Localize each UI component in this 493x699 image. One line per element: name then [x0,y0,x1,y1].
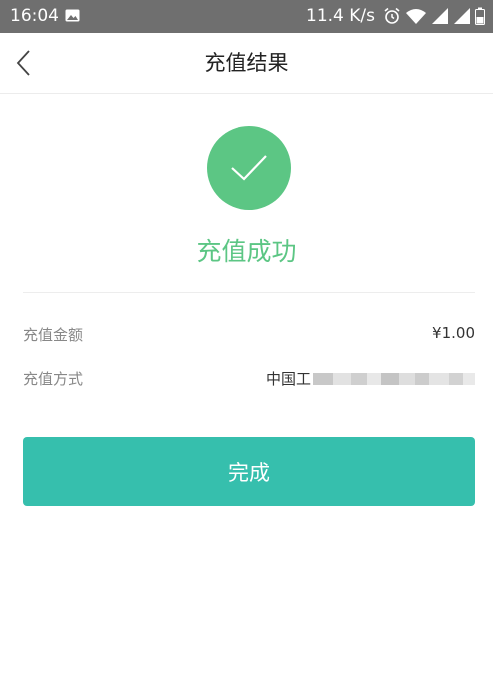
nav-bar: 充值结果 [0,33,493,94]
signal-icon [432,8,448,24]
method-label: 充值方式 [23,370,84,388]
signal-icon [454,8,470,24]
method-value-text: 中国工 [265,370,311,388]
done-button[interactable]: 完成 [23,437,475,506]
amount-row: 充值金额 ¥1.00 [23,322,475,346]
battery-icon [475,7,485,25]
success-message: 充值成功 [196,237,297,266]
status-right: 11.4 K/s [306,6,485,26]
amount-label: 充值金额 [23,326,84,344]
success-indicator [207,126,291,210]
image-icon [65,9,80,22]
status-time: 16:04 [10,6,59,26]
network-speed: 11.4 K/s [306,6,375,26]
alarm-icon [384,7,400,24]
masked-card-info [313,372,475,386]
chevron-left-icon [16,50,30,76]
wifi-icon [406,9,426,24]
page-title: 充值结果 [204,51,289,75]
amount-value: ¥1.00 [432,324,475,342]
method-value: 中国工 [266,368,475,389]
check-icon [231,155,267,181]
status-bar: 16:04 11.4 K/s [0,0,493,33]
back-button[interactable] [6,45,42,81]
method-row: 充值方式 中国工 [23,366,475,390]
divider [23,292,475,293]
